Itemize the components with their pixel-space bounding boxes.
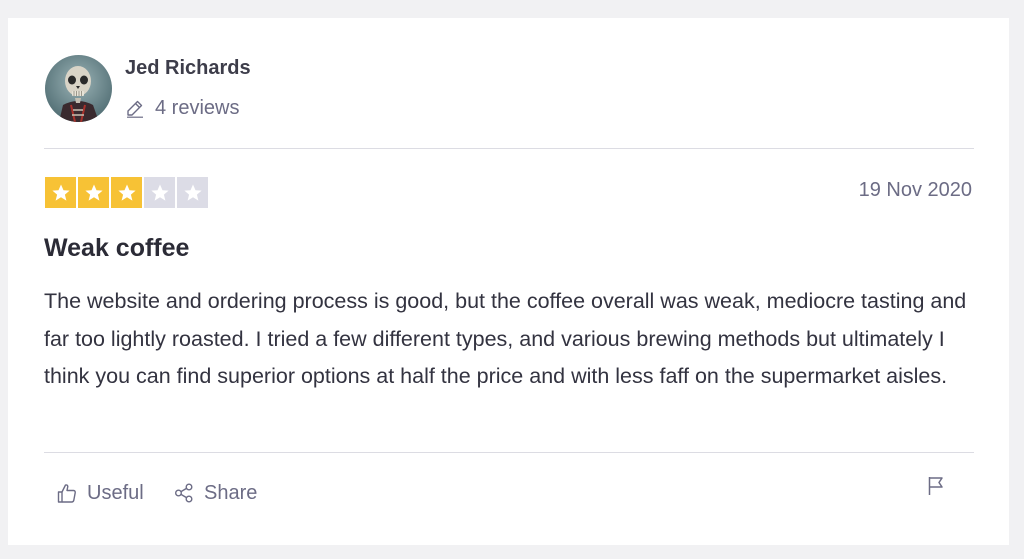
useful-button[interactable]: Useful — [56, 480, 144, 506]
reviewer-avatar[interactable] — [45, 55, 112, 122]
skeleton-avatar-image — [45, 55, 112, 122]
header-divider — [44, 148, 974, 149]
reviewer-name[interactable]: Jed Richards — [125, 57, 251, 80]
pencil-icon — [125, 98, 145, 118]
flag-icon — [926, 475, 946, 497]
share-label: Share — [204, 481, 258, 504]
star-icon-empty — [144, 177, 175, 208]
star-icon-filled — [45, 177, 76, 208]
review-card: Jed Richards 4 reviews 19 Nov 2020 Weak … — [8, 18, 1009, 545]
review-body: The website and ordering process is good… — [44, 289, 967, 388]
share-button[interactable]: Share — [173, 480, 257, 506]
star-rating — [45, 177, 208, 208]
share-icon — [173, 482, 195, 504]
review-date: 19 Nov 2020 — [858, 179, 972, 201]
star-icon-filled — [111, 177, 142, 208]
star-icon-empty — [177, 177, 208, 208]
report-flag-button[interactable] — [926, 475, 946, 497]
footer-divider — [44, 452, 974, 453]
review-count[interactable]: 4 reviews — [125, 96, 239, 120]
review-count-label: 4 reviews — [155, 96, 240, 119]
useful-label: Useful — [87, 481, 144, 504]
thumbs-up-icon — [56, 482, 78, 504]
star-icon-filled — [78, 177, 109, 208]
review-title[interactable]: Weak coffee — [44, 234, 189, 263]
